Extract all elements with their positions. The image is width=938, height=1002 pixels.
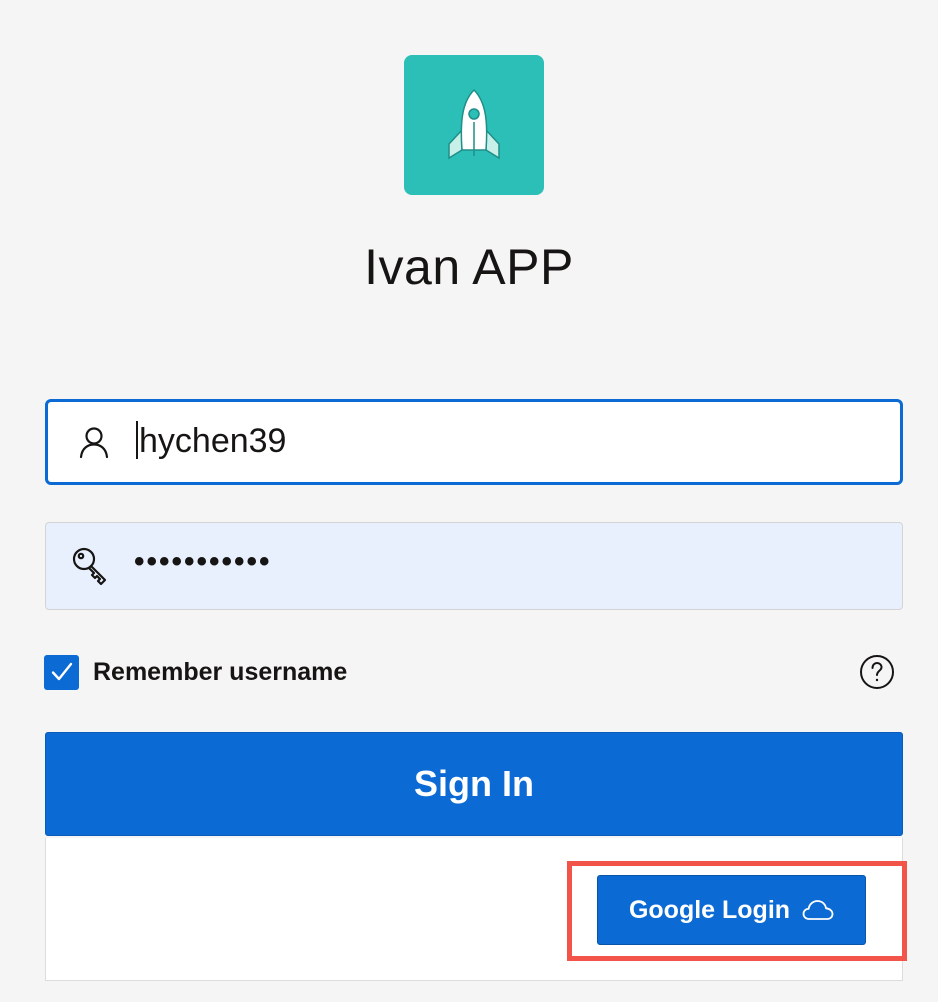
google-login-button[interactable]: Google Login: [597, 875, 866, 945]
remember-username-row[interactable]: Remember username: [44, 654, 347, 690]
google-login-label: Google Login: [628, 895, 791, 924]
username-input[interactable]: hychen39: [136, 421, 287, 462]
remember-label: Remember username: [93, 657, 348, 686]
checkmark-icon: [51, 662, 72, 681]
remember-checkbox[interactable]: [44, 654, 79, 690]
app-title: Ivan APP: [364, 239, 574, 295]
question-circle-icon[interactable]: [859, 654, 895, 690]
username-value: hychen39: [139, 421, 287, 460]
app-logo: [404, 55, 544, 195]
login-page: Ivan APP hychen39 ••••••••••• Remember u…: [0, 0, 938, 1002]
username-field[interactable]: hychen39: [45, 399, 903, 485]
password-input[interactable]: •••••••••••: [134, 545, 272, 579]
rocket-icon: [448, 88, 500, 160]
text-cursor: [136, 421, 138, 459]
key-icon: [66, 540, 118, 592]
password-field[interactable]: •••••••••••: [45, 522, 903, 610]
sign-in-button[interactable]: Sign In: [45, 732, 903, 836]
user-icon: [68, 416, 120, 468]
cloud-icon: [802, 899, 834, 921]
